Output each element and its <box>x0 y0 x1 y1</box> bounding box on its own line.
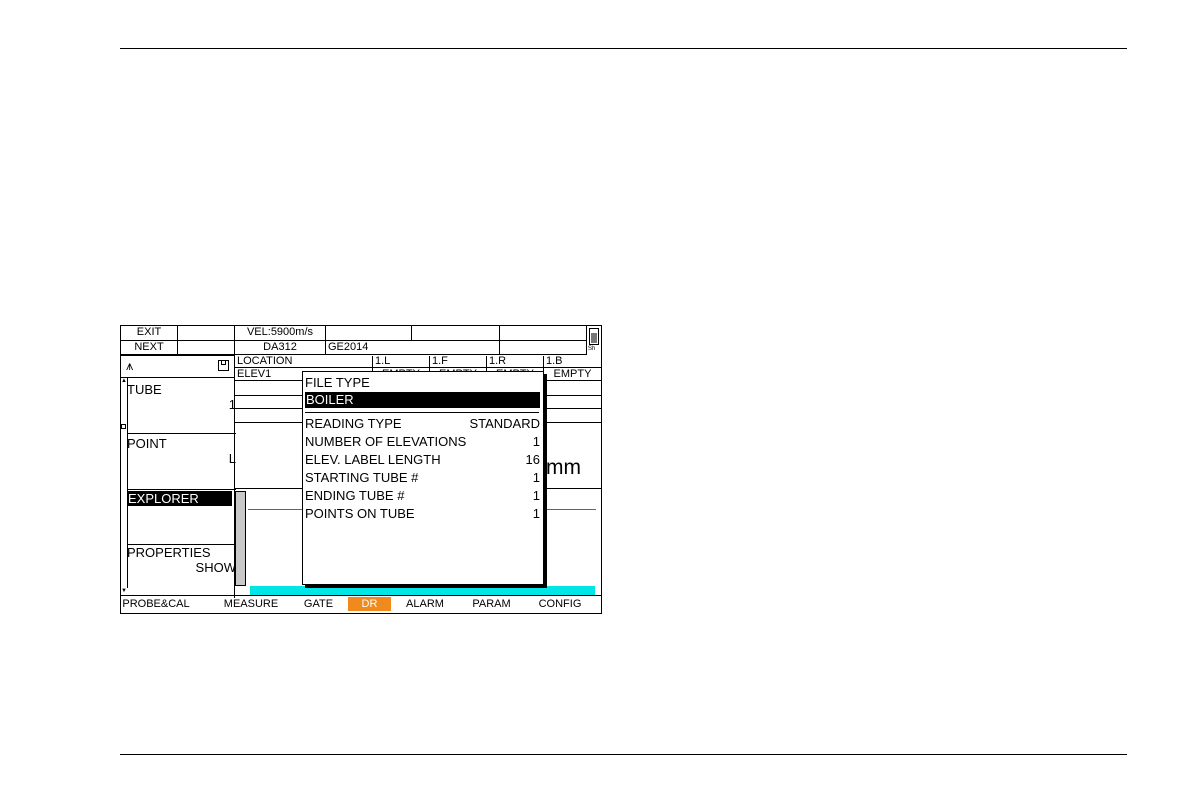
file-type-selector[interactable]: BOILER <box>305 392 540 408</box>
elev-label-length-label: ELEV. LABEL LENGTH <box>305 452 441 467</box>
column-header-4[interactable]: 1.B <box>544 356 601 368</box>
tab-probe-cal[interactable]: PROBE&CAL <box>121 597 191 611</box>
sidebar-item-point-value: L <box>228 451 236 466</box>
reading-type-row[interactable]: READING TYPE STANDARD <box>305 416 540 432</box>
velocity-readout: VEL:5900m/s <box>235 326 326 341</box>
reading-type-value: STANDARD <box>469 416 540 431</box>
ending-tube-label: ENDING TUBE # <box>305 488 405 503</box>
tab-measure[interactable]: MEASURE <box>216 597 286 611</box>
sidebar-item-tube-label: TUBE <box>127 382 162 397</box>
battery-icon <box>589 328 599 345</box>
sidebar-item-point[interactable]: POINT L <box>127 436 238 486</box>
points-on-tube-row[interactable]: POINTS ON TUBE 1 <box>305 506 540 522</box>
sidebar-item-properties-label: PROPERTIES <box>127 545 211 560</box>
points-on-tube-value: 1 <box>532 506 540 521</box>
sidebar-item-point-label: POINT <box>127 436 167 451</box>
elev-label-length-value: 16 <box>525 452 540 467</box>
file-name-readout: GE2014 <box>326 341 500 355</box>
dialog-title: FILE TYPE <box>305 375 370 390</box>
sidebar-item-tube-value: 1 <box>228 397 236 412</box>
header-blank-5 <box>178 341 235 355</box>
number-of-elevations-row[interactable]: NUMBER OF ELEVATIONS 1 <box>305 434 540 450</box>
tab-dr[interactable]: DR <box>348 597 391 611</box>
sidebar-item-properties-value: SHOW <box>195 560 236 575</box>
header-blank-1 <box>178 326 235 341</box>
header-blank-3 <box>412 326 500 341</box>
sidebar-item-tube[interactable]: TUBE 1 <box>127 382 238 432</box>
ending-tube-value: 1 <box>532 488 540 503</box>
starting-tube-label: STARTING TUBE # <box>305 470 419 485</box>
tab-param[interactable]: PARAM <box>464 597 519 611</box>
exit-button[interactable]: EXIT <box>121 326 178 341</box>
file-type-dialog: FILE TYPE BOILER READING TYPE STANDARD N… <box>302 371 544 585</box>
sidebar-item-properties[interactable]: PROPERTIES SHOW <box>127 545 238 591</box>
scroll-thumb-icon[interactable] <box>121 424 126 429</box>
bottom-rule <box>120 754 1127 755</box>
column-header-2[interactable]: 1.F <box>430 356 487 368</box>
header-blank-2 <box>326 326 412 341</box>
tab-alarm[interactable]: ALARM <box>399 597 451 611</box>
save-icon[interactable] <box>218 360 229 371</box>
starting-tube-row[interactable]: STARTING TUBE # 1 <box>305 470 540 486</box>
number-of-elevations-label: NUMBER OF ELEVATIONS <box>305 434 467 449</box>
next-button[interactable]: NEXT <box>121 341 178 355</box>
reading-unit: mm <box>546 456 581 479</box>
column-value-4[interactable]: EMPTY <box>544 368 601 381</box>
depth-ruler <box>235 491 246 586</box>
menu-tab-bar: PROBE&CAL MEASURE GATE DR ALARM PARAM CO… <box>121 595 601 613</box>
device-screen: EXIT VEL:5900m/s NEXT DA312 GE2014 Sh ⩚ … <box>120 325 602 614</box>
battery-label: Sh <box>588 346 596 352</box>
ending-tube-row[interactable]: ENDING TUBE # 1 <box>305 488 540 504</box>
elev-label-length-row[interactable]: ELEV. LABEL LENGTH 16 <box>305 452 540 468</box>
probe-readout: DA312 <box>235 341 326 355</box>
points-on-tube-label: POINTS ON TUBE <box>305 506 415 521</box>
number-of-elevations-value: 1 <box>532 434 540 449</box>
reading-type-label: READING TYPE <box>305 416 402 431</box>
header-blank-6 <box>500 341 587 355</box>
sidebar-item-explorer-label: EXPLORER <box>127 491 232 506</box>
sidebar-item-explorer[interactable]: EXPLORER <box>127 491 238 541</box>
top-rule <box>120 48 1127 49</box>
header-blank-4 <box>500 326 587 341</box>
tab-gate[interactable]: GATE <box>296 597 341 611</box>
horizontal-scale <box>250 586 595 595</box>
starting-tube-value: 1 <box>532 470 540 485</box>
column-header-1[interactable]: 1.L <box>373 356 430 368</box>
waveform-icon[interactable]: ⩚ <box>126 359 133 372</box>
column-header-3[interactable]: 1.R <box>487 356 544 368</box>
tab-config[interactable]: CONFIG <box>529 597 591 611</box>
location-header: LOCATION <box>235 356 373 368</box>
